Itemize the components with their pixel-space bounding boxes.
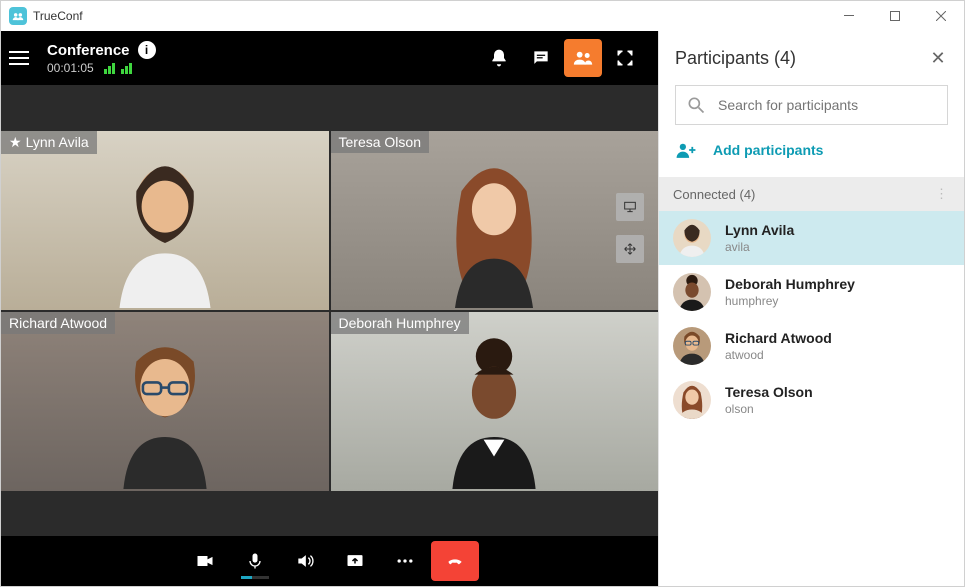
avatar [673, 273, 711, 311]
more-options-button[interactable] [381, 541, 429, 581]
video-grid-wrap: ★ Lynn Avila Teresa Olson [1, 85, 658, 536]
conference-title: Conference [47, 42, 130, 59]
avatar [673, 381, 711, 419]
app-window: TrueConf Conference [0, 0, 965, 587]
video-name-label: Richard Atwood [1, 312, 115, 334]
search-icon [686, 95, 706, 115]
video-feed [331, 131, 659, 310]
video-feed [1, 312, 329, 491]
add-participants-button[interactable]: Add participants [675, 141, 948, 159]
titlebar: TrueConf [1, 1, 964, 31]
signal-up-icon [104, 63, 115, 74]
avatar: ★ [673, 219, 711, 257]
search-input[interactable] [718, 97, 937, 113]
owner-star-icon: ★ [9, 134, 22, 151]
signal-down-icon [121, 63, 132, 74]
info-icon[interactable]: i [138, 41, 156, 59]
layout-button[interactable] [616, 193, 644, 221]
participant-name: Lynn Avila [725, 222, 794, 238]
video-name-label: Teresa Olson [331, 131, 429, 153]
video-pane: Conference i 00:01:05 [1, 31, 658, 586]
close-panel-button[interactable]: ✕ [928, 48, 948, 68]
participant-row[interactable]: ★ Lynn Avila avila [659, 211, 964, 265]
participants-button[interactable] [564, 39, 602, 77]
participant-row[interactable]: Richard Atwood atwood [659, 319, 964, 373]
camera-button[interactable] [181, 541, 229, 581]
app-logo [9, 7, 27, 25]
participant-name: Lynn Avila [26, 134, 89, 150]
participant-name: Deborah Humphrey [339, 315, 461, 331]
connected-label: Connected (4) [673, 187, 755, 202]
section-menu-icon[interactable]: ⋮ [935, 186, 950, 202]
participant-id: atwood [725, 348, 832, 362]
close-window-button[interactable] [918, 1, 964, 31]
owner-star-icon: ★ [704, 219, 711, 229]
chat-button[interactable] [522, 39, 560, 77]
app-title: TrueConf [33, 9, 83, 23]
search-field[interactable] [675, 85, 948, 125]
add-participants-icon [675, 141, 697, 159]
participant-row[interactable]: Deborah Humphrey humphrey [659, 265, 964, 319]
participant-name: Deborah Humphrey [725, 276, 855, 292]
microphone-button[interactable] [231, 541, 279, 581]
minimize-button[interactable] [826, 1, 872, 31]
video-name-label: Deborah Humphrey [331, 312, 469, 334]
conference-timer: 00:01:05 [47, 61, 94, 75]
titlebar-left: TrueConf [9, 7, 83, 25]
panel-title: Participants (4) [675, 48, 796, 69]
participant-id: olson [725, 402, 813, 416]
mic-level-indicator [241, 576, 269, 579]
topbar-left: Conference i 00:01:05 [9, 41, 156, 75]
participant-name: Teresa Olson [339, 134, 421, 150]
video-tile[interactable]: Richard Atwood [1, 312, 329, 491]
participant-name: Richard Atwood [725, 330, 832, 346]
participant-name: Teresa Olson [725, 384, 813, 400]
connected-section-header: Connected (4) ⋮ [659, 177, 964, 211]
content-area: Conference i 00:01:05 [1, 31, 964, 586]
participant-id: avila [725, 240, 794, 254]
participant-row[interactable]: Teresa Olson olson [659, 373, 964, 427]
participant-name: Richard Atwood [9, 315, 107, 331]
conference-info: Conference i 00:01:05 [47, 41, 156, 75]
add-participants-label: Add participants [713, 142, 823, 158]
fullscreen-button[interactable] [606, 39, 644, 77]
video-feed [331, 312, 659, 491]
topbar-right [480, 39, 644, 77]
participants-list: ★ Lynn Avila avila Deborah Humphrey hump… [659, 211, 964, 427]
conference-topbar: Conference i 00:01:05 [1, 31, 658, 85]
share-screen-button[interactable] [331, 541, 379, 581]
call-controls [1, 536, 658, 586]
video-feed [1, 131, 329, 310]
video-tile[interactable]: ★ Lynn Avila [1, 131, 329, 310]
panel-header: Participants (4) ✕ [659, 31, 964, 85]
participants-panel: Participants (4) ✕ Add participants Conn… [658, 31, 964, 586]
video-name-label: ★ Lynn Avila [1, 131, 97, 154]
video-grid: ★ Lynn Avila Teresa Olson [1, 131, 658, 491]
panel-body: Add participants [659, 85, 964, 177]
window-controls [826, 1, 964, 31]
participant-id: humphrey [725, 294, 855, 308]
video-tile[interactable]: Deborah Humphrey [331, 312, 659, 491]
signal-indicators [104, 63, 132, 74]
maximize-button[interactable] [872, 1, 918, 31]
avatar [673, 327, 711, 365]
menu-button[interactable] [9, 46, 33, 70]
move-button[interactable] [616, 235, 644, 263]
speaker-button[interactable] [281, 541, 329, 581]
video-tile[interactable]: Teresa Olson [331, 131, 659, 310]
hangup-button[interactable] [431, 541, 479, 581]
notifications-button[interactable] [480, 39, 518, 77]
